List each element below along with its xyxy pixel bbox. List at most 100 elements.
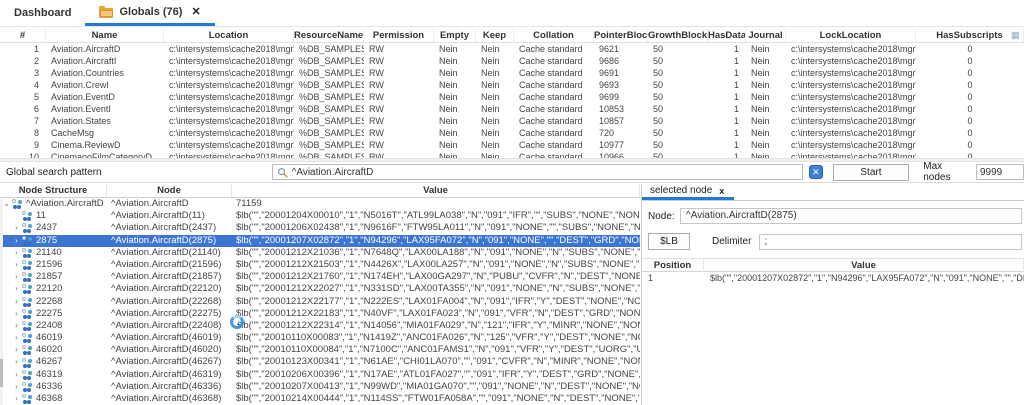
clear-search-button[interactable]: ✕: [809, 165, 822, 179]
tree-row[interactable]: › 46267 ^Aviation.AircraftD(46267) $lb("…: [0, 356, 640, 368]
value-cell: $lb("","20001206X02438","1","N9616F","FT…: [232, 222, 640, 234]
tree-row[interactable]: › 22268 ^Aviation.AircraftD(22268) $lb("…: [0, 296, 640, 308]
table-row[interactable]: 4 Aviation.CrewI c:\intersystems\cache20…: [0, 79, 1024, 91]
cell-collation: Cache standard: [514, 151, 594, 158]
node-icon: [21, 260, 33, 270]
chevron-icon[interactable]: ›: [12, 356, 21, 368]
cell-permission: RW: [364, 55, 434, 67]
chevron-icon[interactable]: ›: [12, 393, 21, 405]
table-row[interactable]: 10 CinemaooFilmCategoryD c:\intersystems…: [0, 151, 1024, 158]
cell-hassubscripts: 0: [916, 67, 1024, 79]
col-header-node[interactable]: Node: [107, 184, 232, 197]
col-header-locklocation[interactable]: LockLocation: [786, 28, 916, 42]
col-header-num[interactable]: #: [0, 28, 46, 42]
tree-row[interactable]: › 22275 ^Aviation.AircraftD(22275) $lb("…: [0, 308, 640, 320]
node-icon: [21, 309, 33, 319]
tree-row[interactable]: › 21857 ^Aviation.AircraftD(21857) $lb("…: [0, 271, 640, 283]
cell-journal: Nein: [746, 91, 786, 103]
chevron-icon[interactable]: ›: [12, 259, 21, 271]
cell-journal: Nein: [746, 79, 786, 91]
chevron-icon[interactable]: ›: [12, 369, 21, 381]
chevron-icon[interactable]: ›: [12, 344, 21, 356]
lb-button[interactable]: $LB: [648, 233, 690, 250]
col-header-keep[interactable]: Keep: [476, 28, 514, 42]
chevron-icon[interactable]: ›: [12, 381, 21, 393]
tree-row[interactable]: › 22408 ^Aviation.AircraftD(22408) $lb("…: [0, 320, 640, 332]
cell-location: c:\intersystems\cache2018\mgr\samples\: [164, 79, 294, 91]
col-header-hassubscripts[interactable]: HasSubscripts: [916, 28, 1024, 42]
tree-row[interactable]: › 46319 ^Aviation.AircraftD(46319) $lb("…: [0, 369, 640, 381]
col-header-name[interactable]: Name: [46, 28, 164, 42]
cell-hasdata: 1: [708, 127, 746, 139]
col-header-position[interactable]: Position: [642, 259, 704, 273]
tab-globals[interactable]: Globals (76) ✕: [85, 0, 214, 26]
chevron-icon[interactable]: ⌄: [2, 198, 11, 210]
position-value-row[interactable]: 1 $lb("","20001207X02872","1","N94296","…: [642, 272, 1024, 285]
tree-scrollbar-thumb[interactable]: [0, 359, 3, 387]
tree-scrollbar[interactable]: [0, 199, 3, 405]
tree-row[interactable]: › 46019 ^Aviation.AircraftD(46019) $lb("…: [0, 332, 640, 344]
col-header-hasdata[interactable]: HasData: [708, 28, 746, 42]
col-header-resourcename[interactable]: ResourceName: [294, 28, 364, 42]
position-value-table: Position Value 1 $lb("","20001207X02872"…: [642, 258, 1024, 285]
chevron-icon[interactable]: ›: [12, 222, 21, 234]
node-icon: [21, 272, 33, 282]
chevron-icon[interactable]: ›: [12, 271, 21, 283]
tree-row[interactable]: ⌄ ^Aviation.AircraftD ^Aviation.Aircraft…: [0, 198, 640, 210]
close-tab-icon[interactable]: ✕: [191, 5, 200, 18]
node-cell: ^Aviation.AircraftD(46267): [107, 356, 232, 368]
cell-keep: Nein: [476, 43, 514, 55]
col-header-location[interactable]: Location: [164, 28, 294, 42]
cell-keep: Nein: [476, 127, 514, 139]
tree-row[interactable]: › 21596 ^Aviation.AircraftD(21596) $lb("…: [0, 259, 640, 271]
table-row[interactable]: 8 CacheMsg c:\intersystems\cache2018\mgr…: [0, 127, 1024, 139]
tab-dashboard[interactable]: Dashboard: [0, 0, 85, 26]
chevron-icon[interactable]: ›: [12, 308, 21, 320]
table-row[interactable]: 2 Aviation.AircraftI c:\intersystems\cac…: [0, 55, 1024, 67]
col-header-permission[interactable]: Permission: [364, 28, 434, 42]
chevron-icon[interactable]: ›: [12, 320, 21, 332]
col-header-growthblock[interactable]: GrowthBlock: [648, 28, 708, 42]
max-nodes-input[interactable]: [976, 164, 1024, 180]
search-input[interactable]: [292, 165, 803, 179]
close-selected-node-icon[interactable]: x: [719, 186, 724, 196]
table-row[interactable]: 3 Aviation.Countries c:\intersystems\cac…: [0, 67, 1024, 79]
col-header-empty[interactable]: Empty: [434, 28, 476, 42]
cell-hassubscripts: 0: [916, 91, 1024, 103]
cell-locklocation: c:\intersystems\cache2018\mgr\samples\: [786, 67, 916, 79]
tree-row[interactable]: › 46336 ^Aviation.AircraftD(46336) $lb("…: [0, 381, 640, 393]
tree-row[interactable]: › 22120 ^Aviation.AircraftD(22120) $lb("…: [0, 283, 640, 295]
col-header-rp-value[interactable]: Value: [704, 259, 1024, 273]
chevron-icon[interactable]: ›: [12, 332, 21, 344]
search-pattern-label: Global search pattern: [0, 167, 144, 178]
tree-row[interactable]: › 2437 ^Aviation.AircraftD(2437) $lb("",…: [0, 222, 640, 234]
table-row[interactable]: 1 Aviation.AircraftD c:\intersystems\cac…: [0, 43, 1024, 55]
tree-row[interactable]: 11 ^Aviation.AircraftD(11) $lb("","20001…: [0, 210, 640, 222]
table-row[interactable]: 6 Aviation.EventI c:\intersystems\cache2…: [0, 103, 1024, 115]
col-header-node-structure[interactable]: Node Structure: [0, 184, 107, 197]
column-settings-icon[interactable]: ▦: [1011, 30, 1021, 40]
table-row[interactable]: 9 Cinema.ReviewD c:\intersystems\cache20…: [0, 139, 1024, 151]
table-row[interactable]: 7 Aviation.States c:\intersystems\cache2…: [0, 115, 1024, 127]
value-cell: $lb("","20001212X22177","1","N222ES","LA…: [232, 296, 640, 308]
tree-row[interactable]: › 46020 ^Aviation.AircraftD(46020) $lb("…: [0, 344, 640, 356]
col-header-collation[interactable]: Collation: [514, 28, 594, 42]
node-label: 21140: [36, 247, 62, 259]
start-button[interactable]: Start: [833, 164, 910, 181]
cell-collation: Cache standard: [514, 43, 594, 55]
tab-selected-node[interactable]: selected node x: [642, 184, 734, 200]
col-header-journal[interactable]: Journal: [746, 28, 786, 42]
chevron-icon[interactable]: ›: [12, 296, 21, 308]
chevron-icon[interactable]: ›: [12, 283, 21, 295]
cell-name: Cinema.ReviewD: [46, 139, 164, 151]
tree-row[interactable]: › 21140 ^Aviation.AircraftD(21140) $lb("…: [0, 247, 640, 259]
delimiter-input[interactable]: [759, 234, 1022, 250]
tree-row[interactable]: › 2875 ^Aviation.AircraftD(2875) $lb("",…: [0, 235, 640, 247]
chevron-icon[interactable]: ›: [12, 235, 21, 247]
chevron-icon[interactable]: ›: [12, 247, 21, 259]
col-header-value[interactable]: Value: [232, 184, 640, 197]
col-header-pointerblock[interactable]: PointerBlock: [594, 28, 648, 42]
node-cell: ^Aviation.AircraftD(2875): [107, 235, 232, 247]
table-row[interactable]: 5 Aviation.EventD c:\intersystems\cache2…: [0, 91, 1024, 103]
tree-row[interactable]: › 46368 ^Aviation.AircraftD(46368) $lb("…: [0, 393, 640, 405]
